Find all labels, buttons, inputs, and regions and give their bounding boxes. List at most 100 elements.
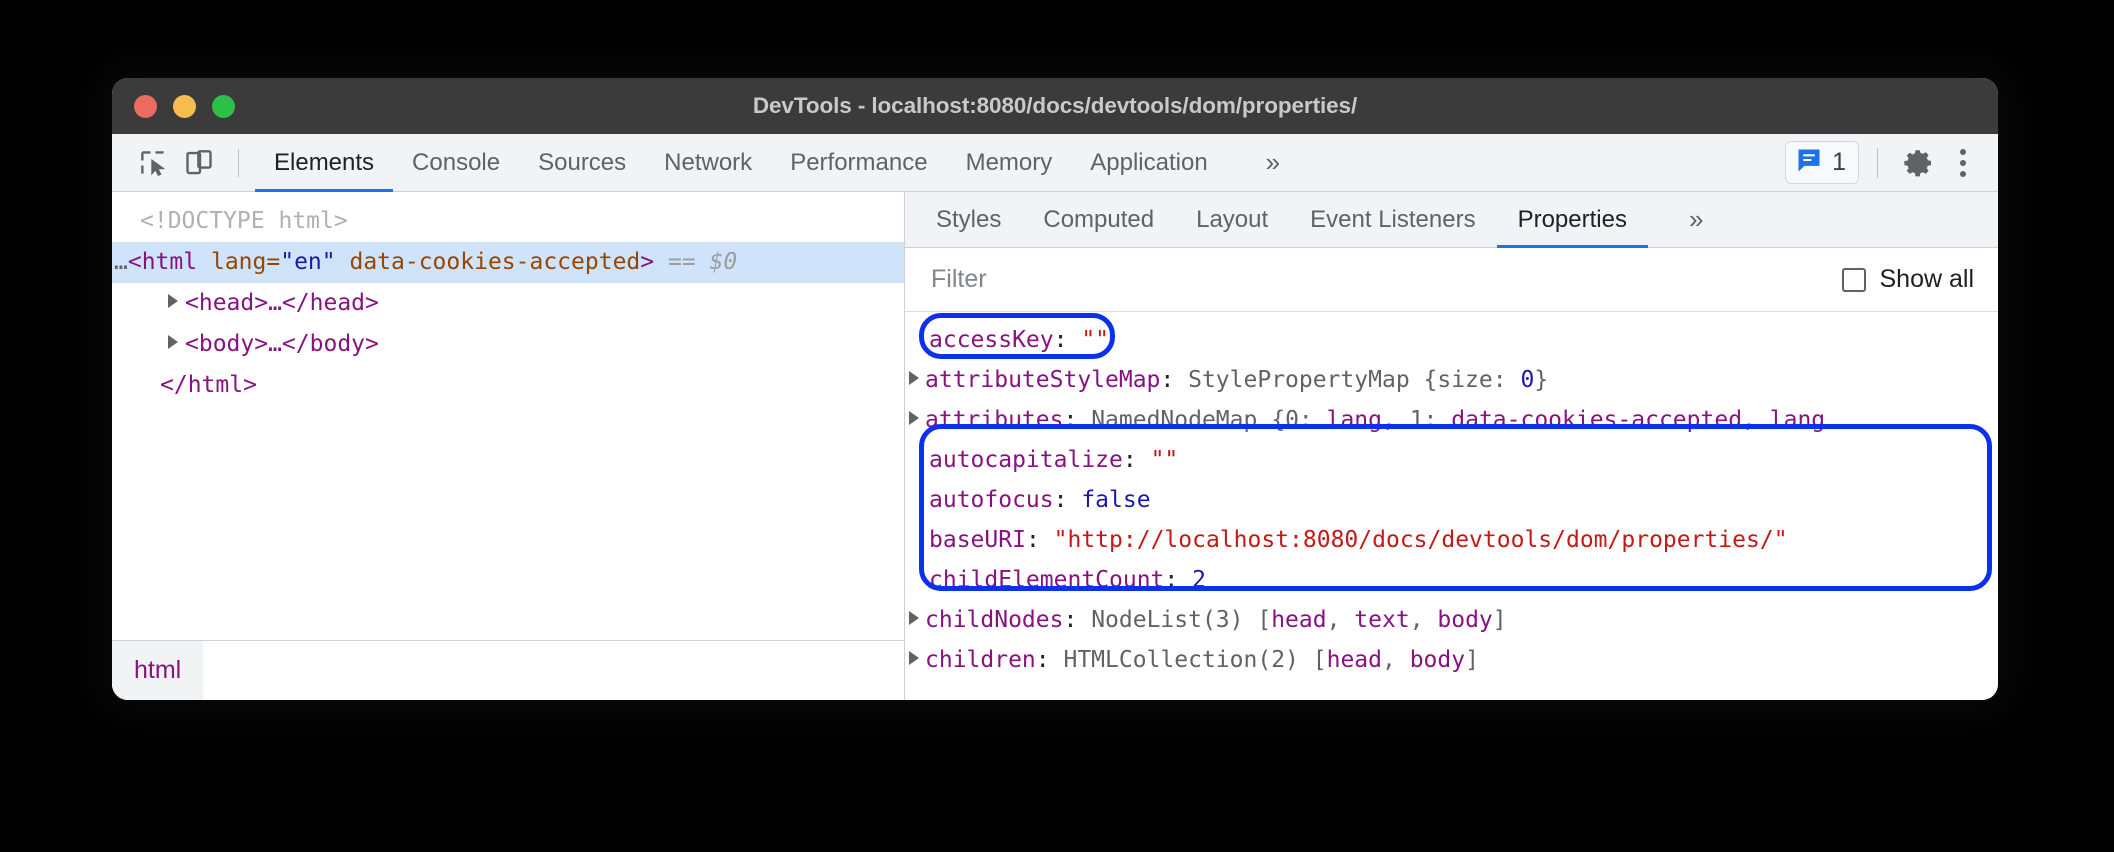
tab-application[interactable]: Application — [1071, 134, 1226, 191]
checkbox-box-icon[interactable] — [1842, 268, 1866, 292]
tab-computed-label: Computed — [1043, 206, 1154, 234]
attr-lang-name: lang — [211, 249, 266, 275]
property-value-suffix: ] — [1465, 647, 1479, 673]
tab-layout-label: Layout — [1196, 206, 1268, 234]
expand-triangle-icon[interactable] — [909, 371, 919, 385]
tab-sources[interactable]: Sources — [519, 134, 645, 191]
chevron-double-right-icon: » — [1669, 204, 1720, 235]
property-value-suffix: } — [1534, 367, 1548, 393]
device-toolbar-icon[interactable] — [176, 140, 222, 186]
more-sidebar-tabs-icon[interactable]: » — [1648, 192, 1741, 247]
childnodes-item-body: body — [1437, 607, 1492, 633]
property-value-suffix: ] — [1493, 607, 1507, 633]
children-item-body: body — [1410, 647, 1465, 673]
dom-row-html-close[interactable]: </html> — [112, 365, 904, 406]
html-close-tag-text: </html> — [160, 372, 257, 398]
property-row-childElementCount[interactable]: childElementCount: 2 — [905, 560, 1998, 600]
tab-console[interactable]: Console — [393, 134, 519, 191]
dom-breadcrumb-bar: html — [112, 640, 904, 700]
tab-event-listeners[interactable]: Event Listeners — [1289, 192, 1496, 247]
close-window-button[interactable] — [134, 95, 157, 118]
panel-tabs: Elements Console Sources Network Perform… — [255, 134, 1316, 191]
dom-tree[interactable]: <!DOCTYPE html> …<html lang="en" data-co… — [112, 192, 904, 640]
dom-row-html-selected[interactable]: …<html lang="en" data-cookies-accepted> … — [112, 242, 904, 283]
attributes-index-1: 1: — [1410, 407, 1452, 433]
sidebar-tabs: Styles Computed Layout Event Listeners P… — [905, 192, 1998, 248]
attributes-separator-1: , — [1382, 407, 1410, 433]
kebab-menu-icon[interactable] — [1946, 149, 1980, 177]
tab-memory[interactable]: Memory — [947, 134, 1072, 191]
show-all-checkbox[interactable]: Show all — [1842, 265, 1975, 294]
property-name: childNodes — [925, 607, 1063, 633]
attr-lang-value: "en" — [280, 249, 335, 275]
tab-styles-label: Styles — [936, 206, 1001, 234]
tab-layout[interactable]: Layout — [1175, 192, 1289, 247]
property-row-attributes[interactable]: attributes: NamedNodeMap {0: lang, 1: da… — [905, 400, 1998, 440]
childnodes-item-text: text — [1354, 607, 1409, 633]
tab-computed[interactable]: Computed — [1022, 192, 1175, 247]
toolbar-divider — [238, 149, 239, 177]
maximize-window-button[interactable] — [212, 95, 235, 118]
expand-triangle-icon[interactable] — [909, 611, 919, 625]
breadcrumb-item-html[interactable]: html — [112, 641, 203, 700]
attr-equals: = — [266, 249, 280, 275]
tab-network[interactable]: Network — [645, 134, 771, 191]
devtools-main-toolbar: Elements Console Sources Network Perform… — [112, 134, 1998, 192]
window-titlebar: DevTools - localhost:8080/docs/devtools/… — [112, 78, 1998, 134]
show-all-label: Show all — [1880, 265, 1975, 294]
tab-performance[interactable]: Performance — [771, 134, 946, 191]
attributes-item-data-cookies-accepted: data-cookies-accepted — [1451, 407, 1742, 433]
attributes-separator-2: , — [1742, 407, 1770, 433]
property-row-baseURI[interactable]: baseURI: "http://localhost:8080/docs/dev… — [905, 520, 1998, 560]
property-name: autofocus — [929, 487, 1054, 513]
issues-button[interactable]: 1 — [1785, 141, 1859, 184]
tab-sources-label: Sources — [538, 149, 626, 177]
property-name: attributes — [925, 407, 1063, 433]
property-value-prefix: StylePropertyMap {size: — [1188, 367, 1520, 393]
tab-network-label: Network — [664, 149, 752, 177]
tab-styles[interactable]: Styles — [915, 192, 1022, 247]
html-tag-close-bracket: > — [640, 249, 654, 275]
property-value: "" — [1081, 327, 1109, 353]
property-row-autofocus[interactable]: autofocus: false — [905, 480, 1998, 520]
tab-properties[interactable]: Properties — [1497, 192, 1648, 247]
tab-memory-label: Memory — [966, 149, 1053, 177]
property-row-childNodes[interactable]: childNodes: NodeList(3) [head, text, bod… — [905, 600, 1998, 640]
attributes-item-lang: lang — [1327, 407, 1382, 433]
expand-triangle-icon[interactable] — [909, 411, 919, 425]
toolbar-divider-2 — [1877, 148, 1878, 178]
more-panels-icon[interactable]: » — [1227, 134, 1316, 191]
tab-console-label: Console — [412, 149, 500, 177]
expand-triangle-icon[interactable] — [168, 335, 178, 349]
toolbar-right-actions: 1 — [1785, 140, 1998, 186]
body-node-text: <body>…</body> — [185, 331, 379, 357]
property-row-autocapitalize[interactable]: autocapitalize: "" — [905, 440, 1998, 480]
dom-row-body[interactable]: <body>…</body> — [112, 324, 904, 365]
property-row-accessKey[interactable]: accessKey: "" — [905, 320, 1998, 360]
property-value: 2 — [1192, 567, 1206, 593]
tab-elements[interactable]: Elements — [255, 134, 393, 191]
inspect-element-icon[interactable] — [130, 140, 176, 186]
childnodes-item-head: head — [1271, 607, 1326, 633]
minimize-window-button[interactable] — [173, 95, 196, 118]
doctype-text: <!DOCTYPE html> — [140, 208, 348, 234]
property-row-children[interactable]: children: HTMLCollection(2) [head, body] — [905, 640, 1998, 680]
dom-row[interactable]: <!DOCTYPE html> — [112, 201, 904, 242]
property-name: attributeStyleMap — [925, 367, 1160, 393]
issues-count: 1 — [1832, 148, 1846, 177]
dom-row-head[interactable]: <head>…</head> — [112, 283, 904, 324]
issues-message-icon — [1795, 146, 1823, 179]
property-row-attributeStyleMap[interactable]: attributeStyleMap: StylePropertyMap {siz… — [905, 360, 1998, 400]
attributes-index-0: 0: — [1285, 407, 1327, 433]
tab-properties-label: Properties — [1518, 206, 1627, 234]
expand-triangle-icon[interactable] — [909, 651, 919, 665]
properties-sidebar-pane: Styles Computed Layout Event Listeners P… — [905, 192, 1998, 700]
expand-triangle-icon[interactable] — [168, 294, 178, 308]
property-name: childElementCount — [929, 567, 1164, 593]
properties-list[interactable]: accessKey: "" attributeStyleMap: StylePr… — [905, 312, 1998, 700]
filter-input[interactable] — [931, 265, 1842, 294]
property-name: autocapitalize — [929, 447, 1123, 473]
property-name: children — [925, 647, 1036, 673]
tab-event-listeners-label: Event Listeners — [1310, 206, 1475, 234]
gear-icon[interactable] — [1896, 140, 1942, 186]
